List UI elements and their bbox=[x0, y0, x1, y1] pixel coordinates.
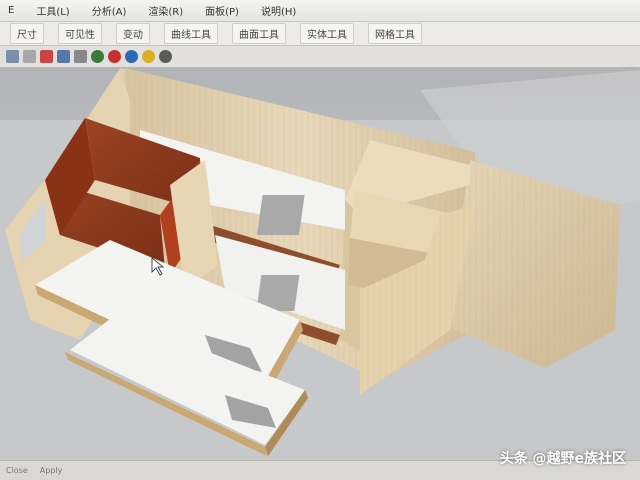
tab-dimension[interactable]: 尺寸 bbox=[10, 23, 44, 44]
bunk-bed-model bbox=[0, 68, 640, 460]
menu-item[interactable]: 面板(P) bbox=[205, 3, 239, 18]
pillow bbox=[256, 195, 305, 235]
icon-toolbar bbox=[0, 46, 640, 68]
menu-item[interactable]: 分析(A) bbox=[92, 3, 127, 18]
tab-curve-tools[interactable]: 曲线工具 bbox=[164, 23, 218, 44]
tab-surface-tools[interactable]: 曲面工具 bbox=[232, 23, 286, 44]
tab-solid-tools[interactable]: 实体工具 bbox=[300, 23, 354, 44]
material-icon[interactable] bbox=[125, 50, 138, 63]
toolbar-tabs: 尺寸 可见性 变动 曲线工具 曲面工具 实体工具 网格工具 bbox=[0, 22, 640, 46]
select-icon[interactable] bbox=[23, 50, 36, 63]
light-icon[interactable] bbox=[142, 50, 155, 63]
menu-item[interactable]: E bbox=[8, 5, 14, 16]
surface-icon[interactable] bbox=[74, 50, 87, 63]
grid-icon[interactable] bbox=[6, 50, 19, 63]
tab-mesh-tools[interactable]: 网格工具 bbox=[368, 23, 422, 44]
tab-visibility[interactable]: 可见性 bbox=[58, 23, 102, 44]
help-icon[interactable] bbox=[159, 50, 172, 63]
watermark-text: 头条 @越野e族社区 bbox=[499, 451, 626, 467]
3d-viewport[interactable] bbox=[0, 68, 640, 460]
snap-icon[interactable] bbox=[40, 50, 53, 63]
menu-item[interactable]: 工具(L) bbox=[36, 3, 69, 18]
curve-icon[interactable] bbox=[57, 50, 70, 63]
status-close[interactable]: Close bbox=[6, 466, 28, 475]
tab-transform[interactable]: 变动 bbox=[116, 23, 150, 44]
render-icon[interactable] bbox=[108, 50, 121, 63]
menu-bar: E 工具(L) 分析(A) 渲染(R) 面板(P) 说明(H) bbox=[0, 0, 640, 22]
solid-icon[interactable] bbox=[91, 50, 104, 63]
menu-item[interactable]: 渲染(R) bbox=[148, 3, 183, 18]
status-apply[interactable]: Apply bbox=[40, 466, 63, 475]
menu-item[interactable]: 说明(H) bbox=[261, 3, 296, 18]
